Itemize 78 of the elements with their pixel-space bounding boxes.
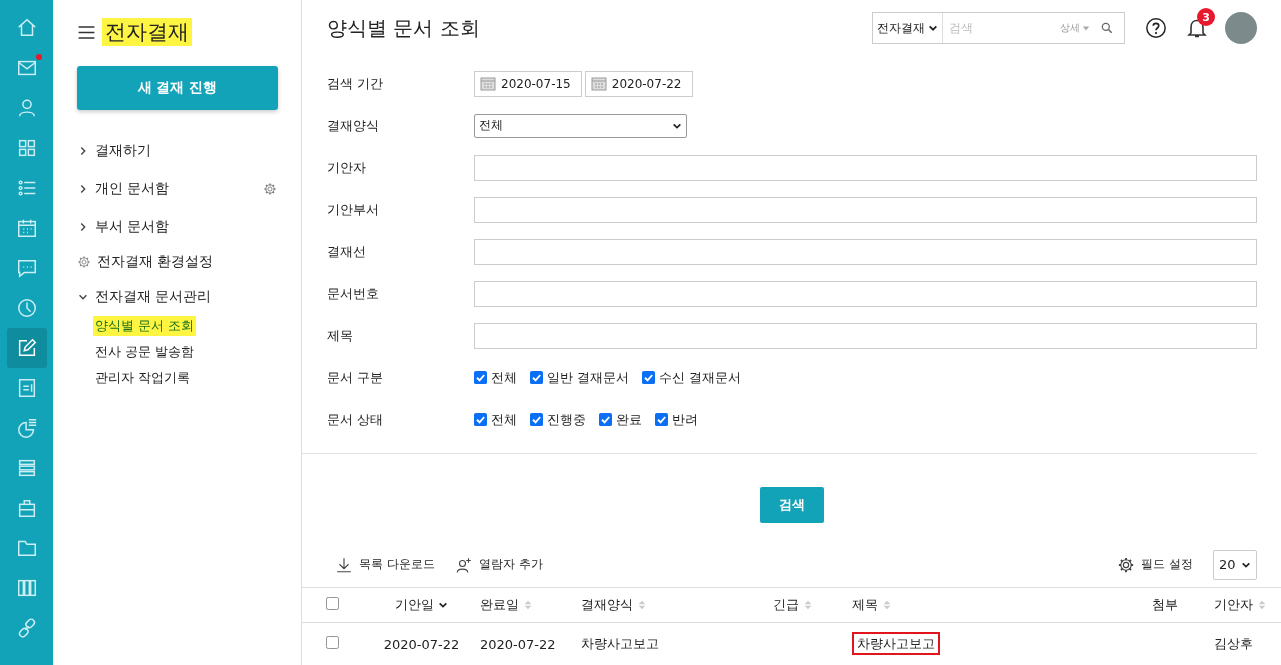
settings-icon [1117,555,1136,574]
text-field[interactable] [474,322,1257,349]
app-title: 전자결재 [102,18,192,46]
checkbox-label: 수신 결재문서 [659,368,742,387]
checkbox[interactable] [474,413,487,427]
avatar[interactable] [1225,12,1257,45]
sidebar-subitem[interactable]: 전사 공문 발송함 [93,342,197,362]
sidebar-item[interactable]: 부서 문서함 [77,208,277,246]
text-field[interactable] [474,154,1257,181]
list-icon [15,177,38,199]
download-button[interactable]: 목록 다운로드 [335,555,435,574]
text-field[interactable] [474,196,1257,223]
field-label: 결재선 [327,242,367,261]
field-label: 문서 상태 [327,410,385,429]
checkbox[interactable] [530,413,543,427]
text-field[interactable] [474,280,1257,307]
search-icon [1100,21,1114,36]
sidebar-item[interactable]: 개인 문서함 [77,170,277,208]
sidebar-item[interactable]: 전자결재 문서관리 [77,278,277,316]
column-header[interactable]: 기안자 [1214,596,1267,614]
edit-nav-button[interactable] [6,328,47,368]
page-size-dropdown[interactable]: 20 [1213,549,1257,580]
date-field[interactable]: 2020-07-15 [474,70,582,97]
sidebar-subitem[interactable]: 양식별 문서 조회 [93,316,197,336]
checkbox[interactable] [642,371,656,385]
table-cell: 2020-07-22 [383,636,460,652]
table-cell: 2020-07-22 [480,636,556,652]
sidebar-item[interactable]: 전자결재 환경설정 [77,246,277,278]
checkbox[interactable] [326,636,339,649]
date-field[interactable]: 2020-07-22 [584,70,693,97]
help-icon [1145,17,1167,40]
table-cell: 차량사고보고 [581,636,659,651]
field-label: 기안부서 [327,200,380,219]
table-cell: 김상후 [1214,636,1253,651]
checkbox-label: 반려 [672,410,698,429]
checkbox[interactable] [599,413,612,427]
form-dropdown[interactable]: 전체 [474,113,687,138]
chat-icon [15,257,38,279]
binders-icon [15,577,38,599]
field-label: 결재양식 [327,116,380,135]
field-settings-button[interactable]: 필드 설정 [1117,555,1193,574]
calendar-icon [590,75,607,92]
checkbox[interactable] [655,413,668,427]
field-label: 제목 [327,326,354,345]
table-cell: 차량사고보고 [852,632,940,655]
checkbox[interactable] [474,371,487,385]
text-field[interactable] [474,238,1257,265]
field-label: 문서 구분 [327,368,385,387]
checkbox-label: 전체 [491,410,517,429]
gear-icon [77,255,91,269]
column-header[interactable]: 결재양식 [581,596,647,614]
checkbox-label: 완료 [616,410,642,429]
calendar-icon [480,75,496,92]
pie-chart-icon [15,417,38,439]
field-label: 검색 기간 [327,74,385,93]
add-person-icon [454,555,473,574]
field-label: 기안자 [327,158,367,177]
caret-icon [1082,24,1090,33]
add-viewer-button[interactable]: 열람자 추가 [454,555,543,574]
download-icon [335,555,353,574]
sidebar-subitem[interactable]: 관리자 작업기록 [93,368,193,388]
page-title: 양식별 문서 조회 [327,14,481,42]
clock-icon [15,297,38,319]
calendar-icon [15,217,38,239]
checkbox-label: 전체 [491,368,517,387]
field-label: 문서번호 [327,284,380,303]
column-header[interactable]: 첨부 [1152,596,1178,614]
sidebar-item[interactable]: 결재하기 [77,132,277,170]
checkbox-label: 일반 결재문서 [547,368,630,387]
checkbox[interactable] [530,371,543,385]
notification-badge: 3 [1197,8,1215,27]
column-header[interactable]: 긴급 [773,596,813,614]
checkbox[interactable] [326,597,339,610]
column-header[interactable]: 제목 [852,596,892,614]
column-header[interactable]: 기안일 [395,596,448,614]
column-header[interactable]: 완료일 [480,596,533,614]
checkbox-label: 진행중 [547,410,586,429]
home-icon [15,17,38,39]
